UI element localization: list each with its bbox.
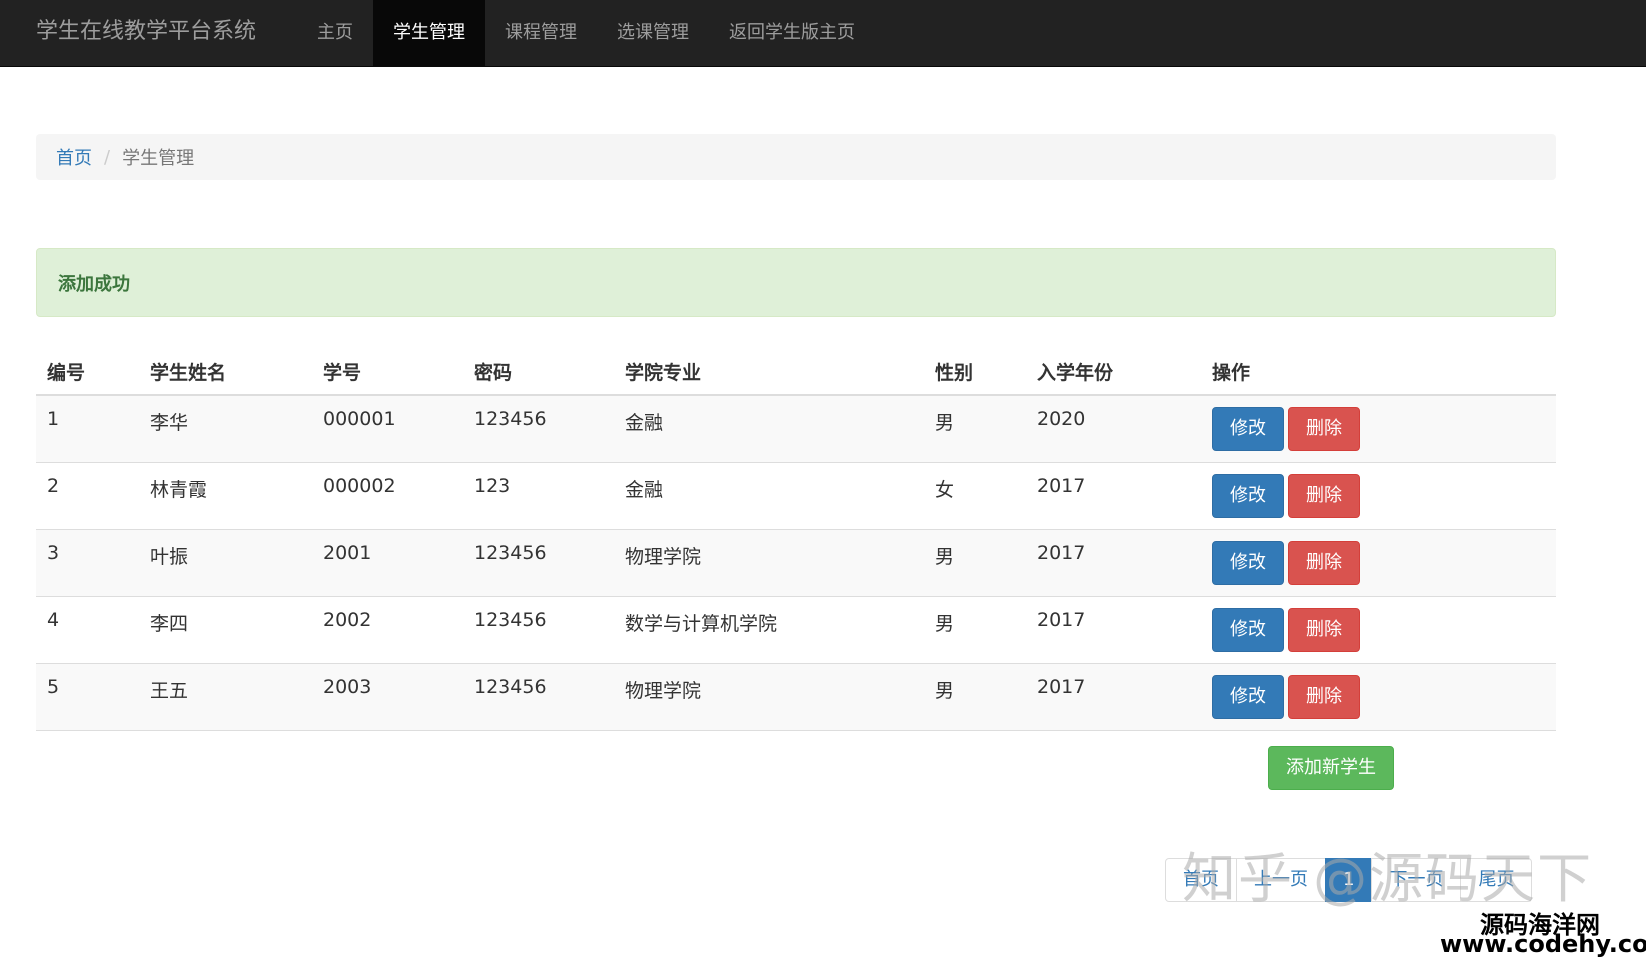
delete-button[interactable]: 删除: [1288, 473, 1360, 518]
cell-major: 金融: [614, 461, 924, 529]
cell-name: 李华: [139, 394, 312, 462]
table-row: 1 李华 000001 123456 金融 男 2020 修改 删除: [36, 394, 1556, 462]
header-enroll-year: 入学年份: [1026, 348, 1201, 396]
breadcrumb-current: 学生管理: [122, 148, 195, 169]
header-major: 学院专业: [614, 348, 924, 396]
header-password: 密码: [463, 348, 614, 396]
cell-student-number: 2003: [312, 662, 463, 731]
cell-name: 叶振: [139, 528, 312, 596]
cell-id: 1: [36, 394, 139, 462]
header-student-number: 学号: [312, 348, 463, 396]
edit-button[interactable]: 修改: [1212, 540, 1284, 585]
edit-button[interactable]: 修改: [1212, 607, 1284, 652]
cell-enroll-year: 2020: [1026, 394, 1201, 462]
cell-enroll-year: 2017: [1026, 662, 1201, 731]
table-header-row: 编号 学生姓名 学号 密码 学院专业 性别 入学年份 操作: [36, 348, 1556, 396]
table-row: 3 叶振 2001 123456 物理学院 男 2017 修改 删除: [36, 528, 1556, 596]
cell-id: 2: [36, 461, 139, 529]
cell-student-number: 000001: [312, 394, 463, 462]
cell-gender: 男: [924, 595, 1026, 663]
header-gender: 性别: [924, 348, 1026, 396]
cell-password: 123456: [463, 595, 614, 663]
cell-student-number: 2001: [312, 528, 463, 596]
nav-item-student-home[interactable]: 返回学生版主页: [709, 0, 875, 66]
nav-item-enrollment-management[interactable]: 选课管理: [597, 0, 709, 66]
breadcrumb-separator: /: [104, 146, 111, 168]
cell-student-number: 000002: [312, 461, 463, 529]
cell-enroll-year: 2017: [1026, 595, 1201, 663]
header-id: 编号: [36, 348, 139, 396]
navbar: 学生在线教学平台系统 主页 学生管理 课程管理 选课管理 返回学生版主页: [0, 0, 1646, 67]
success-alert: 添加成功: [36, 248, 1556, 317]
cell-gender: 男: [924, 394, 1026, 462]
delete-button[interactable]: 删除: [1288, 674, 1360, 719]
breadcrumb-home-link[interactable]: 首页: [56, 144, 92, 170]
cell-gender: 男: [924, 662, 1026, 731]
cell-actions: 修改 删除: [1201, 528, 1556, 596]
table-row: 4 李四 2002 123456 数学与计算机学院 男 2017 修改 删除: [36, 595, 1556, 663]
cell-actions: 修改 删除: [1201, 662, 1556, 731]
cell-id: 5: [36, 662, 139, 731]
student-table: 编号 学生姓名 学号 密码 学院专业 性别 入学年份 操作 1 李华 00000…: [36, 348, 1556, 731]
cell-major: 数学与计算机学院: [614, 595, 924, 663]
nav-item-student-management[interactable]: 学生管理: [373, 0, 485, 66]
cell-name: 李四: [139, 595, 312, 663]
zhihu-watermark: 知乎 @源码天下: [1182, 847, 1594, 910]
delete-button[interactable]: 删除: [1288, 607, 1360, 652]
nav-menu: 主页 学生管理 课程管理 选课管理 返回学生版主页: [297, 0, 875, 66]
delete-button[interactable]: 删除: [1288, 407, 1360, 451]
table-row: 5 王五 2003 123456 物理学院 男 2017 修改 删除: [36, 662, 1556, 731]
cell-major: 金融: [614, 394, 924, 462]
cell-name: 林青霞: [139, 461, 312, 529]
cell-password: 123456: [463, 662, 614, 731]
cell-actions: 修改 删除: [1201, 394, 1556, 462]
cell-major: 物理学院: [614, 662, 924, 731]
cell-enroll-year: 2017: [1026, 528, 1201, 596]
cell-actions: 修改 删除: [1201, 461, 1556, 529]
cell-password: 123456: [463, 394, 614, 462]
header-name: 学生姓名: [139, 348, 312, 396]
header-actions: 操作: [1201, 348, 1556, 396]
brand-title[interactable]: 学生在线教学平台系统: [36, 0, 256, 66]
edit-button[interactable]: 修改: [1212, 473, 1284, 518]
cell-name: 王五: [139, 662, 312, 731]
nav-item-course-management[interactable]: 课程管理: [485, 0, 597, 66]
cell-major: 物理学院: [614, 528, 924, 596]
cell-id: 3: [36, 528, 139, 596]
delete-button[interactable]: 删除: [1288, 540, 1360, 585]
add-student-button[interactable]: 添加新学生: [1268, 746, 1394, 790]
breadcrumb: 首页 / 学生管理: [36, 134, 1556, 180]
edit-button[interactable]: 修改: [1212, 407, 1284, 451]
edit-button[interactable]: 修改: [1212, 674, 1284, 719]
nav-item-home[interactable]: 主页: [297, 0, 373, 66]
alert-message: 添加成功: [58, 273, 130, 295]
cell-gender: 女: [924, 461, 1026, 529]
cell-password: 123: [463, 461, 614, 529]
cell-id: 4: [36, 595, 139, 663]
cell-gender: 男: [924, 528, 1026, 596]
cell-actions: 修改 删除: [1201, 595, 1556, 663]
table-row: 2 林青霞 000002 123 金融 女 2017 修改 删除: [36, 461, 1556, 529]
cell-password: 123456: [463, 528, 614, 596]
cell-student-number: 2002: [312, 595, 463, 663]
site-url-watermark: www.codehy.com: [1440, 930, 1646, 958]
cell-enroll-year: 2017: [1026, 461, 1201, 529]
